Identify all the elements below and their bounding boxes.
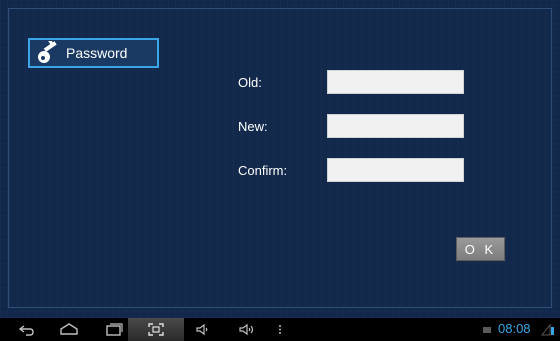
back-icon[interactable] bbox=[18, 321, 36, 338]
old-password-label: Old: bbox=[238, 75, 262, 90]
password-button[interactable]: Password bbox=[28, 38, 159, 68]
volume-up-icon[interactable] bbox=[238, 321, 256, 338]
menu-icon[interactable] bbox=[276, 321, 284, 338]
status-clock: 08:08 bbox=[498, 321, 531, 336]
screenshot-icon[interactable] bbox=[146, 321, 166, 338]
signal-icon bbox=[540, 323, 554, 336]
settings-screen: Password Old: New: Confirm: O K bbox=[0, 0, 560, 318]
new-password-label: New: bbox=[238, 119, 268, 134]
home-icon[interactable] bbox=[58, 321, 80, 338]
new-password-input[interactable] bbox=[327, 114, 464, 138]
recent-apps-icon[interactable] bbox=[104, 321, 124, 338]
notification-icon[interactable] bbox=[481, 321, 493, 338]
volume-down-icon[interactable] bbox=[195, 321, 211, 338]
system-navigation-bar: 08:08 bbox=[0, 318, 560, 341]
confirm-password-input[interactable] bbox=[327, 158, 464, 182]
key-icon bbox=[38, 41, 57, 63]
password-button-label: Password bbox=[66, 45, 128, 61]
old-password-input[interactable] bbox=[327, 70, 464, 94]
confirm-password-label: Confirm: bbox=[238, 163, 288, 178]
ok-button[interactable]: O K bbox=[456, 237, 505, 261]
